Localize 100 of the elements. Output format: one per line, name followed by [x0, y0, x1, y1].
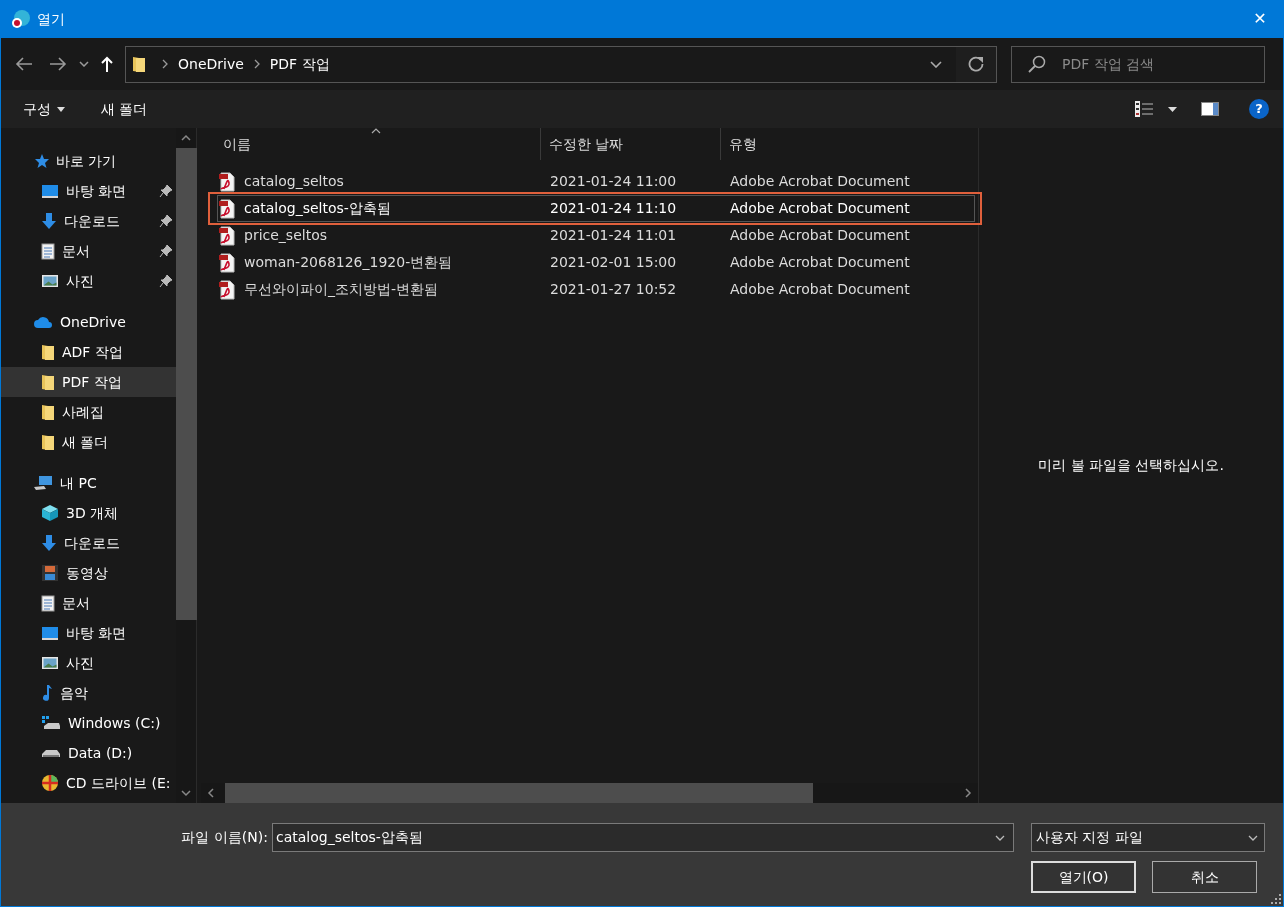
sidebar-item[interactable]: 동영상: [1, 558, 176, 588]
down-arrow-icon: [41, 212, 57, 230]
caret-icon: [57, 106, 65, 112]
pin-icon: [159, 274, 173, 288]
folder-icon: [41, 343, 55, 361]
disc-icon: [41, 774, 59, 792]
scrollbar-thumb[interactable]: [225, 783, 813, 803]
file-row[interactable]: catalog_seltos 2021-01-24 11:00 Adobe Acrobat Document: [217, 168, 975, 195]
file-name: catalog_seltos-압축됨: [243, 199, 392, 218]
file-type: Adobe Acrobat Document: [730, 253, 910, 272]
file-type: Adobe Acrobat Document: [730, 226, 910, 245]
refresh-icon: [968, 56, 984, 72]
pin-icon: [159, 244, 173, 258]
column-header[interactable]: 유형: [721, 128, 977, 160]
chevron-right-icon: [253, 59, 260, 69]
sidebar-item[interactable]: 3D 개체: [1, 498, 176, 528]
sidebar-item[interactable]: 바로 가기: [1, 146, 176, 176]
sidebar-item[interactable]: 사례집: [1, 397, 176, 427]
scrollbar-thumb[interactable]: [175, 148, 197, 620]
sidebar-item[interactable]: ADF 작업: [1, 337, 176, 367]
file-type-dropdown[interactable]: 사용자 지정 파일: [1031, 823, 1265, 852]
file-type: Adobe Acrobat Document: [730, 172, 910, 191]
sidebar-item[interactable]: 사진: [1, 648, 176, 678]
folder-icon: [41, 403, 55, 421]
modified-date: 2021-01-24 11:00: [550, 172, 678, 191]
monitor-icon: [41, 184, 59, 198]
window-title: 열기: [37, 9, 65, 29]
pin-icon: [159, 214, 173, 228]
forward-icon: [49, 57, 67, 71]
search-field[interactable]: PDF 작업 검색: [1011, 45, 1265, 83]
organize-button[interactable]: 구성: [23, 98, 65, 120]
open-button[interactable]: 열기(O): [1031, 861, 1137, 893]
sidebar-item[interactable]: 내 PC: [1, 468, 176, 498]
folder-icon: [132, 55, 146, 73]
folder-icon: [41, 433, 55, 451]
sidebar-item[interactable]: 다운로드: [1, 206, 176, 236]
app-icon: [11, 9, 31, 29]
sidebar-item[interactable]: 바탕 화면: [1, 618, 176, 648]
sidebar-item[interactable]: 문서: [1, 236, 176, 266]
image-icon: [41, 274, 59, 288]
chevron-right-icon: [162, 59, 168, 69]
file-row[interactable]: woman-2068126_1920-변환됨 2021-02-01 15:00 Adobe Acrobat Document: [217, 249, 975, 276]
vertical-scrollbar[interactable]: [176, 128, 197, 803]
monitor-icon: [41, 626, 59, 640]
view-options-button[interactable]: [1134, 100, 1177, 118]
sidebar-item[interactable]: 문서: [1, 588, 176, 618]
drive-icon: [41, 715, 61, 731]
new-folder-button[interactable]: 새 폴더: [101, 98, 148, 120]
file-row[interactable]: 무선와이파이_조치방법-변환됨 2021-01-27 10:52 Adobe Acrobat Document: [217, 276, 975, 303]
sidebar-item[interactable]: 새 폴더: [1, 427, 176, 457]
refresh-button[interactable]: [956, 46, 996, 82]
sidebar-item[interactable]: 사진: [1, 266, 176, 296]
preview-message: 미리 볼 파일을 선택하십시오.: [1038, 456, 1224, 475]
sidebar-item[interactable]: 바탕 화면: [1, 176, 176, 206]
image-icon: [41, 656, 59, 670]
preview-pane-icon: [1201, 102, 1219, 116]
column-header[interactable]: 이름: [201, 128, 541, 160]
close-button[interactable]: ✕: [1237, 0, 1283, 38]
folder-icon: [41, 373, 55, 391]
pdf-file-icon: [218, 171, 236, 192]
sidebar-item[interactable]: 음악: [1, 678, 176, 708]
file-name-label: 파일 이름(N):: [181, 828, 268, 847]
file-name: 무선와이파이_조치방법-변환됨: [243, 280, 440, 299]
file-name: woman-2068126_1920-변환됨: [243, 253, 454, 272]
caret-icon: [1168, 106, 1177, 112]
star-icon: [33, 153, 49, 169]
modified-date: 2021-01-24 11:01: [550, 226, 678, 245]
music-note-icon: [41, 684, 53, 702]
sidebar-item[interactable]: OneDrive: [1, 307, 176, 337]
sidebar-item[interactable]: PDF 작업: [1, 367, 176, 397]
help-button[interactable]: ?: [1249, 99, 1269, 119]
file-row[interactable]: price_seltos 2021-01-24 11:01 Adobe Acrobat Document: [217, 222, 975, 249]
preview-pane-button[interactable]: [1201, 102, 1219, 116]
pdf-file-icon: [218, 252, 236, 273]
breadcrumb-link[interactable]: PDF 작업: [265, 53, 334, 75]
breadcrumb-link[interactable]: OneDrive: [174, 53, 248, 75]
chevron-down-icon: [79, 61, 89, 67]
modified-date: 2021-02-01 15:00: [550, 253, 678, 272]
file-type: Adobe Acrobat Document: [730, 280, 910, 299]
up-arrow-icon: [101, 56, 113, 72]
address-bar[interactable]: OneDrive PDF 작업: [125, 45, 997, 83]
search-icon: [1028, 55, 1046, 73]
pin-icon: [159, 184, 173, 198]
cube-icon: [41, 504, 59, 522]
sidebar-item[interactable]: Data (D:): [1, 738, 176, 768]
chevron-down-icon: [930, 60, 942, 68]
chevron-down-icon: [995, 834, 1005, 841]
details-view-icon: [1134, 100, 1154, 118]
cancel-button[interactable]: 취소: [1152, 861, 1257, 893]
sidebar-item[interactable]: CD 드라이브 (E:: [1, 768, 176, 798]
sidebar-item[interactable]: Windows (C:): [1, 708, 176, 738]
back-icon: [15, 57, 33, 71]
pdf-file-icon: [218, 198, 236, 219]
sidebar-item[interactable]: 다운로드: [1, 528, 176, 558]
search-input[interactable]: PDF 작업 검색: [1060, 46, 1264, 82]
column-header[interactable]: 수정한 날짜: [541, 128, 721, 160]
modified-date: 2021-01-27 10:52: [550, 280, 678, 299]
document-icon: [41, 594, 55, 612]
film-icon: [41, 564, 59, 582]
resize-grip-icon: [1271, 894, 1281, 904]
